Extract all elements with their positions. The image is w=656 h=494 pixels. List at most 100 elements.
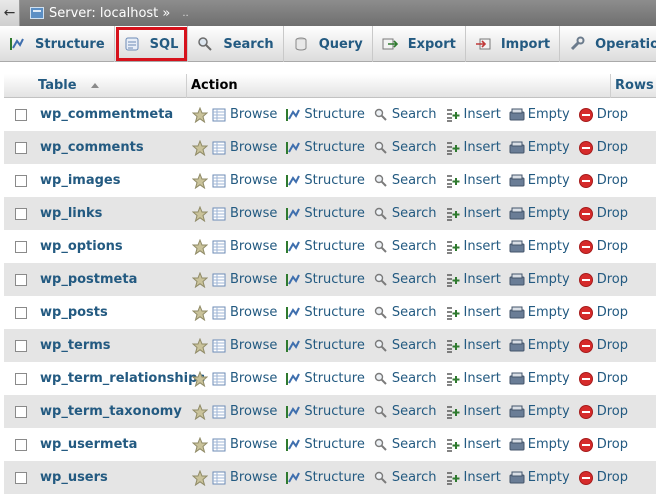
structure-action-link[interactable]: Structure [285, 239, 365, 255]
row-checkbox[interactable] [15, 306, 27, 319]
insert-action-link[interactable]: Insert [445, 239, 501, 255]
empty-action-link[interactable]: Empty [509, 140, 570, 156]
search-action-link[interactable]: Search [373, 107, 437, 123]
table-name-link[interactable]: wp_terms [40, 338, 192, 353]
structure-action-link[interactable]: Structure [285, 272, 365, 288]
browse-action-link[interactable]: Browse [211, 173, 277, 189]
search-action-link[interactable]: Search [373, 239, 437, 255]
structure-action-link[interactable]: Structure [285, 305, 365, 321]
empty-action-link[interactable]: Empty [509, 239, 570, 255]
row-checkbox[interactable] [15, 471, 27, 484]
favorite-star-icon[interactable] [192, 139, 208, 156]
favorite-star-icon[interactable] [192, 172, 208, 189]
search-action-link[interactable]: Search [373, 338, 437, 354]
table-name-link[interactable]: wp_term_relationships [40, 371, 205, 386]
tab-import[interactable]: Import [466, 26, 561, 62]
tab-search[interactable]: Search [188, 26, 284, 62]
favorite-star-icon[interactable] [192, 304, 208, 321]
structure-action-link[interactable]: Structure [285, 173, 365, 189]
insert-action-link[interactable]: Insert [445, 173, 501, 189]
insert-action-link[interactable]: Insert [445, 140, 501, 156]
empty-action-link[interactable]: Empty [509, 107, 570, 123]
drop-action-link[interactable]: Drop [578, 437, 628, 453]
structure-action-link[interactable]: Structure [285, 107, 365, 123]
favorite-star-icon[interactable] [192, 271, 208, 288]
search-action-link[interactable]: Search [373, 272, 437, 288]
table-name-link[interactable]: wp_comments [40, 140, 192, 155]
favorite-star-icon[interactable] [192, 436, 208, 453]
tab-query[interactable]: Query [284, 26, 373, 62]
structure-action-link[interactable]: Structure [285, 371, 365, 387]
column-header-table[interactable]: Table [4, 78, 186, 93]
column-header-table-label[interactable]: Table [38, 78, 77, 93]
empty-action-link[interactable]: Empty [509, 272, 570, 288]
drop-action-link[interactable]: Drop [578, 470, 628, 486]
table-name-link[interactable]: wp_links [40, 206, 192, 221]
column-header-rows[interactable]: Rows [610, 73, 656, 98]
insert-action-link[interactable]: Insert [445, 305, 501, 321]
structure-action-link[interactable]: Structure [285, 140, 365, 156]
drop-action-link[interactable]: Drop [578, 338, 628, 354]
breadcrumb-server[interactable]: Server: localhost » [49, 6, 170, 21]
tab-export[interactable]: Export [373, 26, 466, 62]
row-checkbox[interactable] [15, 174, 27, 187]
empty-action-link[interactable]: Empty [509, 371, 570, 387]
search-action-link[interactable]: Search [373, 470, 437, 486]
insert-action-link[interactable]: Insert [445, 107, 501, 123]
empty-action-link[interactable]: Empty [509, 338, 570, 354]
browse-action-link[interactable]: Browse [211, 305, 277, 321]
insert-action-link[interactable]: Insert [445, 206, 501, 222]
row-checkbox[interactable] [15, 438, 27, 451]
empty-action-link[interactable]: Empty [509, 173, 570, 189]
search-action-link[interactable]: Search [373, 371, 437, 387]
structure-action-link[interactable]: Structure [285, 437, 365, 453]
browse-action-link[interactable]: Browse [211, 140, 277, 156]
browse-action-link[interactable]: Browse [211, 239, 277, 255]
empty-action-link[interactable]: Empty [509, 206, 570, 222]
row-checkbox[interactable] [15, 405, 27, 418]
favorite-star-icon[interactable] [192, 403, 208, 420]
drop-action-link[interactable]: Drop [578, 371, 628, 387]
structure-action-link[interactable]: Structure [285, 470, 365, 486]
search-action-link[interactable]: Search [373, 140, 437, 156]
tab-sql[interactable]: SQL [115, 26, 189, 62]
empty-action-link[interactable]: Empty [509, 437, 570, 453]
row-checkbox[interactable] [15, 339, 27, 352]
row-checkbox[interactable] [15, 207, 27, 220]
browse-action-link[interactable]: Browse [211, 437, 277, 453]
tab-operations[interactable]: Operations [560, 26, 656, 62]
drop-action-link[interactable]: Drop [578, 173, 628, 189]
table-name-link[interactable]: wp_postmeta [40, 272, 192, 287]
favorite-star-icon[interactable] [192, 238, 208, 255]
structure-action-link[interactable]: Structure [285, 404, 365, 420]
table-name-link[interactable]: wp_posts [40, 305, 192, 320]
drop-action-link[interactable]: Drop [578, 206, 628, 222]
table-name-link[interactable]: wp_commentmeta [40, 107, 192, 122]
insert-action-link[interactable]: Insert [445, 437, 501, 453]
table-name-link[interactable]: wp_images [40, 173, 192, 188]
browse-action-link[interactable]: Browse [211, 206, 277, 222]
table-name-link[interactable]: wp_term_taxonomy [40, 404, 192, 419]
drop-action-link[interactable]: Drop [578, 272, 628, 288]
browse-action-link[interactable]: Browse [211, 470, 277, 486]
search-action-link[interactable]: Search [373, 173, 437, 189]
browse-action-link[interactable]: Browse [211, 371, 277, 387]
browse-action-link[interactable]: Browse [211, 272, 277, 288]
favorite-star-icon[interactable] [192, 370, 208, 387]
browse-action-link[interactable]: Browse [211, 107, 277, 123]
row-checkbox[interactable] [15, 273, 27, 286]
drop-action-link[interactable]: Drop [578, 140, 628, 156]
empty-action-link[interactable]: Empty [509, 305, 570, 321]
insert-action-link[interactable]: Insert [445, 404, 501, 420]
empty-action-link[interactable]: Empty [509, 470, 570, 486]
table-name-link[interactable]: wp_options [40, 239, 192, 254]
search-action-link[interactable]: Search [373, 206, 437, 222]
back-arrow-icon[interactable]: ← [0, 0, 20, 26]
table-name-link[interactable]: wp_usermeta [40, 437, 192, 452]
drop-action-link[interactable]: Drop [578, 305, 628, 321]
row-checkbox[interactable] [15, 240, 27, 253]
structure-action-link[interactable]: Structure [285, 206, 365, 222]
sort-ascending-icon[interactable] [91, 83, 100, 88]
empty-action-link[interactable]: Empty [509, 404, 570, 420]
tab-structure[interactable]: Structure [0, 26, 115, 62]
